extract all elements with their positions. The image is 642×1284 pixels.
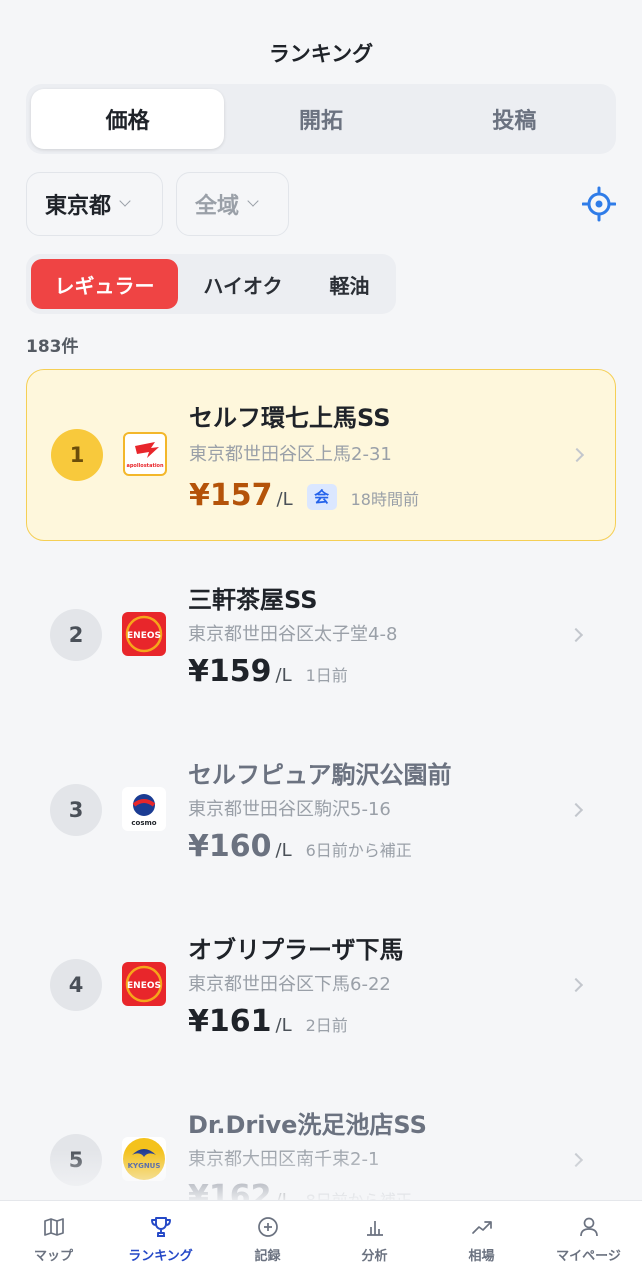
prefecture-select[interactable]: 東京都: [26, 172, 163, 236]
station-name: セルフピュア駒沢公園前: [188, 761, 452, 789]
updated-time: 6日前から補正: [305, 841, 412, 860]
map-icon: [43, 1218, 64, 1236]
rank-badge: 2: [50, 609, 102, 661]
station-card[interactable]: 3 cosmo セルフピュア駒沢公園前 東京都世田谷区駒沢5-16 ¥160 /…: [26, 725, 616, 897]
nav-ranking[interactable]: ランキング: [107, 1201, 214, 1284]
user-icon: [579, 1217, 598, 1237]
station-name: オブリプラーザ下馬: [188, 936, 404, 964]
tab-high-octane[interactable]: ハイオク: [178, 259, 308, 309]
ranking-type-tabs: 価格 開拓 投稿: [26, 84, 616, 154]
station-name: 三軒茶屋SS: [188, 586, 318, 614]
plus-circle-icon: [257, 1217, 278, 1237]
result-count: 183件: [26, 337, 79, 357]
rank-badge: 1: [51, 429, 103, 481]
trophy-icon: [150, 1217, 171, 1237]
price-unit: /L: [275, 1015, 292, 1036]
prefecture-value: 東京都: [45, 194, 112, 219]
nav-record[interactable]: 記録: [214, 1201, 321, 1284]
nav-market[interactable]: 相場: [428, 1201, 535, 1284]
area-select[interactable]: 全域: [176, 172, 289, 236]
chevron-right-icon: [569, 447, 585, 463]
tab-post[interactable]: 投稿: [418, 89, 611, 149]
nav-mypage[interactable]: マイページ: [535, 1201, 642, 1284]
page-title: ランキング: [268, 42, 374, 66]
price-value: ¥159: [188, 654, 272, 689]
station-address: 東京都世田谷区下馬6-22: [188, 974, 391, 995]
eneos-logo: ENEOS: [122, 612, 166, 656]
nav-label: 分析: [361, 1249, 388, 1264]
eneos-logo: ENEOS: [122, 962, 166, 1006]
nav-label: マイページ: [556, 1249, 621, 1264]
station-address: 東京都世田谷区駒沢5-16: [188, 799, 391, 820]
trend-up-icon: [471, 1221, 492, 1234]
nav-label: 記録: [254, 1249, 281, 1264]
rank-badge: 5: [50, 1134, 102, 1186]
svg-text:KYGNUS: KYGNUS: [128, 1162, 161, 1170]
chevron-down-icon: [119, 195, 131, 207]
chevron-right-icon: [568, 1152, 584, 1168]
nav-label: ランキング: [128, 1249, 193, 1264]
area-value: 全域: [195, 194, 240, 219]
tab-regular[interactable]: レギュラー: [31, 259, 178, 309]
member-price-badge: 会: [306, 483, 337, 510]
chevron-right-icon: [568, 627, 584, 643]
svg-text:ENEOS: ENEOS: [127, 981, 161, 991]
svg-text:apollostation: apollostation: [126, 463, 164, 469]
tab-explore[interactable]: 開拓: [224, 89, 417, 149]
svg-text:ENEOS: ENEOS: [127, 631, 161, 641]
station-address: 東京都世田谷区太子堂4-8: [188, 624, 398, 645]
price-value: ¥161: [188, 1004, 272, 1039]
station-card[interactable]: 1 apollostation セルフ環七上馬SS 東京都世田谷区上馬2-31 …: [26, 369, 616, 541]
rank-badge: 3: [50, 784, 102, 836]
tab-diesel[interactable]: 軽油: [308, 259, 391, 309]
station-address: 東京都大田区南千束2-1: [188, 1149, 380, 1170]
chevron-down-icon: [247, 195, 259, 207]
fuel-type-tabs: レギュラー ハイオク 軽油: [26, 254, 396, 314]
apollostation-logo: apollostation: [123, 432, 167, 476]
nav-analysis[interactable]: 分析: [321, 1201, 428, 1284]
price-unit: /L: [276, 489, 293, 510]
rank-badge: 4: [50, 959, 102, 1011]
price-value: ¥160: [188, 829, 272, 864]
kygnus-logo: KYGNUS: [122, 1137, 166, 1181]
current-location-icon[interactable]: [582, 186, 616, 222]
station-card[interactable]: 2 ENEOS 三軒茶屋SS 東京都世田谷区太子堂4-8 ¥159 /L 1日前: [26, 550, 616, 722]
station-address: 東京都世田谷区上馬2-31: [189, 444, 392, 465]
nav-label: 相場: [468, 1249, 495, 1264]
station-card[interactable]: 4 ENEOS オブリプラーザ下馬 東京都世田谷区下馬6-22 ¥161 /L …: [26, 900, 616, 1072]
nav-label: マップ: [33, 1249, 73, 1264]
price-value: ¥157: [189, 478, 273, 513]
bar-chart-icon: [366, 1221, 383, 1236]
updated-time: 2日前: [305, 1016, 348, 1035]
updated-time: 18時間前: [350, 490, 419, 509]
bottom-nav: マップ ランキング 記録 分析 相場 マイページ: [0, 1200, 642, 1284]
price-unit: /L: [275, 840, 292, 861]
station-name: Dr.Drive洗足池店SS: [188, 1111, 427, 1139]
price-unit: /L: [275, 665, 292, 686]
chevron-right-icon: [568, 802, 584, 818]
cosmo-logo: cosmo: [122, 787, 166, 831]
tab-price[interactable]: 価格: [31, 89, 225, 149]
chevron-right-icon: [568, 977, 584, 993]
station-name: セルフ環七上馬SS: [189, 404, 391, 432]
updated-time: 1日前: [305, 666, 348, 685]
nav-map[interactable]: マップ: [0, 1201, 107, 1284]
svg-text:cosmo: cosmo: [131, 819, 156, 827]
